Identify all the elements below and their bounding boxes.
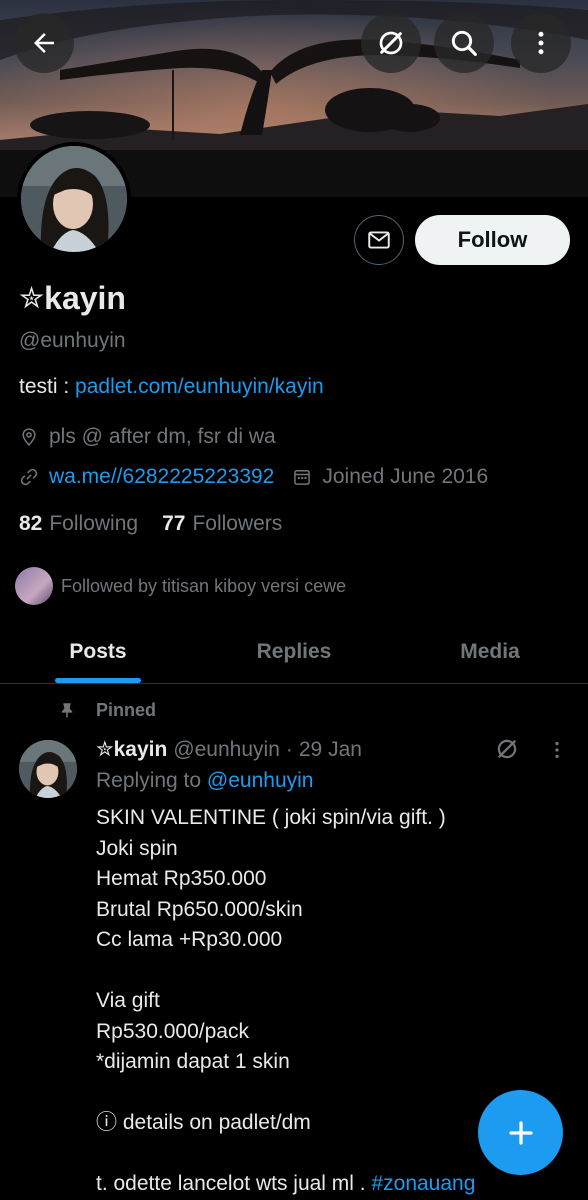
name-text: kayin: [44, 280, 126, 316]
more-options-button[interactable]: [511, 13, 571, 73]
follow-stats: 82 Following 77 Followers: [19, 512, 282, 536]
post-grok-button[interactable]: [494, 736, 520, 767]
bio-link[interactable]: padlet.com/eunhuyin/kayin: [75, 375, 324, 398]
post-author-avatar[interactable]: [19, 740, 77, 798]
post-line: Hemat Rp350.000: [96, 867, 267, 890]
post-line: Brutal Rp650.000/skin: [96, 897, 303, 921]
tab-media[interactable]: Media: [392, 620, 588, 683]
followed-by-text: Followed by titisan kiboy versi cewe: [61, 575, 347, 596]
replying-to: Replying to @eunhuyin: [96, 769, 313, 793]
post-hashtag[interactable]: #zonauang: [371, 1172, 475, 1195]
name-star: ✮: [19, 282, 45, 315]
following-stat[interactable]: 82 Following: [19, 512, 138, 536]
post-line-text: t. odette lancelot wts jual ml .: [96, 1172, 372, 1195]
avatar-image: [19, 740, 77, 798]
post-line: Joki spin: [96, 836, 178, 860]
search-icon: [451, 30, 477, 56]
arrow-left-icon: [34, 33, 54, 53]
back-button[interactable]: [14, 13, 74, 73]
post-line: [96, 956, 566, 987]
joined-date: Joined June 2016: [322, 465, 489, 488]
link-icon: [20, 468, 38, 486]
follower-avatar: [15, 567, 53, 605]
follow-button[interactable]: Follow: [415, 215, 570, 265]
pinned-text: Pinned: [96, 699, 157, 720]
active-tab-indicator: [55, 678, 141, 683]
more-vertical-icon: [538, 31, 544, 55]
more-vertical-icon: [555, 741, 559, 759]
post-name-star: ✮: [96, 738, 114, 761]
post-header: ✮ kayin @eunhuyin · 29 Jan: [96, 737, 362, 762]
post-line: SKIN VALENTINE ( joki spin/via gift. ): [96, 806, 446, 829]
grok-icon: [497, 739, 517, 759]
profile-handle: @eunhuyin: [19, 329, 126, 352]
compose-post-button[interactable]: [478, 1090, 563, 1175]
tab-posts[interactable]: Posts: [0, 620, 196, 683]
profile-bio: testi : padlet.com/eunhuyin/kayin: [19, 375, 324, 399]
followers-stat[interactable]: 77 Followers: [162, 512, 282, 536]
profile-name: ✮ kayin: [19, 280, 126, 317]
website-link[interactable]: wa.me//6282225223392: [49, 465, 274, 489]
post-author-handle[interactable]: @eunhuyin: [173, 738, 280, 762]
post-more-button[interactable]: [546, 737, 568, 768]
profile-tabs: Posts Replies Media: [0, 620, 588, 684]
followers-count: 77: [162, 512, 186, 535]
replying-handle[interactable]: @eunhuyin: [207, 769, 314, 792]
post-line: *dijamin dapat 1 skin: [96, 1050, 290, 1073]
mail-icon: [368, 231, 390, 249]
followers-label: Followers: [192, 512, 283, 535]
grok-icon: [379, 31, 403, 55]
profile-avatar[interactable]: [17, 142, 131, 256]
website-joined-row: wa.me//6282225223392 Joined June 2016: [19, 465, 488, 489]
location-text: pls @ after dm, fsr di wa: [49, 425, 276, 448]
search-button[interactable]: [434, 13, 494, 73]
grok-button[interactable]: [361, 13, 421, 73]
post-author-name[interactable]: ✮ kayin: [96, 737, 167, 762]
post-name-text: kayin: [113, 737, 168, 761]
plus-icon: [508, 1120, 533, 1145]
tab-replies[interactable]: Replies: [196, 620, 392, 683]
location-row: pls @ after dm, fsr di wa: [19, 425, 276, 449]
following-count: 82: [19, 512, 43, 535]
post-line: Via gift: [96, 989, 160, 1012]
location-icon: [22, 428, 36, 446]
post-date[interactable]: 29 Jan: [299, 738, 362, 762]
post-line-last: t. odette lancelot wts jual ml . #zonaua…: [96, 1169, 566, 1200]
bio-prefix: testi :: [19, 375, 76, 398]
following-label: Following: [49, 512, 139, 535]
pinned-label: Pinned: [58, 699, 156, 721]
replying-prefix: Replying to: [96, 769, 207, 792]
avatar-image: [21, 146, 127, 252]
pin-icon: [61, 703, 73, 718]
followed-by[interactable]: Followed by titisan kiboy versi cewe: [15, 567, 346, 605]
calendar-icon: [294, 470, 311, 485]
post-line: Cc lama +Rp30.000: [96, 928, 283, 951]
post-line: Rp530.000/pack: [96, 1019, 249, 1043]
message-button[interactable]: [354, 215, 404, 265]
post-separator: ·: [285, 737, 293, 761]
